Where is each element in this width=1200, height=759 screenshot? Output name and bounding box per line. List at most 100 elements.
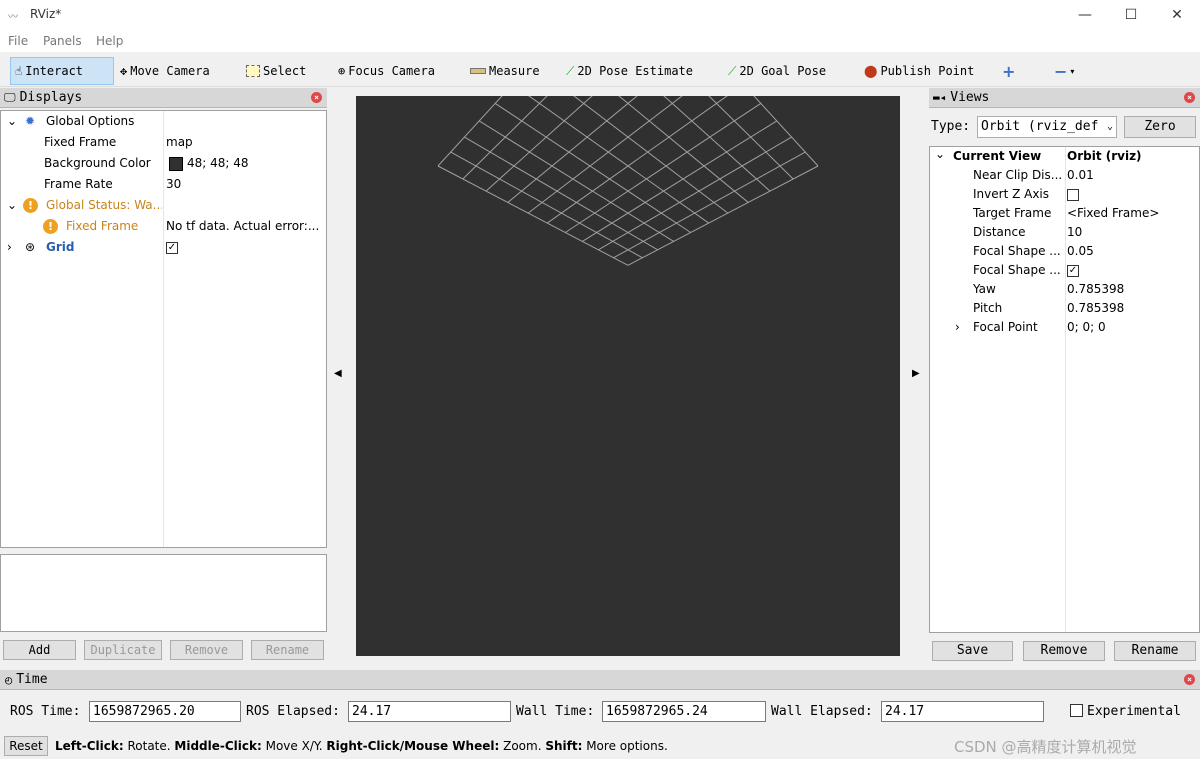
experimental-checkbox[interactable]	[1070, 704, 1083, 717]
focus-icon: ⊕	[338, 64, 346, 78]
close-panel-icon[interactable]: ×	[1184, 674, 1195, 685]
minimize-button[interactable]: —	[1062, 0, 1108, 30]
menu-file[interactable]: File	[8, 34, 28, 48]
view-prop-value[interactable]: 0; 0; 0	[1067, 318, 1106, 337]
grid-line	[527, 96, 683, 214]
maximize-button[interactable]: ☐	[1108, 0, 1154, 30]
interact-tool[interactable]: ☝ Interact	[10, 57, 114, 85]
measure-tool[interactable]: Measure	[466, 57, 544, 85]
ruler-icon	[470, 68, 486, 74]
view-prop-value[interactable]: 0.01	[1067, 166, 1094, 185]
close-panel-icon[interactable]: ×	[1184, 92, 1195, 103]
focal-shape-checkbox[interactable]: ✓	[1067, 264, 1079, 277]
views-panel: ▬◂ Views × Type: Orbit (rviz_def ⌄ Zero …	[929, 88, 1200, 668]
save-view-button[interactable]: Save	[932, 641, 1013, 661]
expand-arrow-icon[interactable]: ⌄	[935, 145, 945, 164]
view-prop-value[interactable]	[1067, 185, 1079, 204]
ros-elapsed-field[interactable]: 24.17	[348, 701, 511, 722]
frame-rate-value[interactable]: 30	[166, 174, 181, 195]
current-view-value: Orbit (rviz)	[1067, 149, 1142, 163]
grid-render	[437, 96, 819, 266]
menu-help[interactable]: Help	[96, 34, 123, 48]
goal-pose-tool[interactable]: ⟋ 2D Goal Pose	[724, 57, 830, 85]
displays-tree: ⌄ ✹ Global Options Fixed Frame map Backg…	[0, 110, 327, 548]
grid-enabled-checkbox[interactable]: ✓	[166, 237, 178, 258]
title-bar: 〰 RViz* — ☐ ✕	[0, 0, 1200, 30]
grid-line	[464, 136, 658, 251]
remove-tool-minus-icon[interactable]: − ▾	[1050, 57, 1078, 85]
collapsed-arrow-icon[interactable]: ›	[955, 318, 960, 337]
3d-viewport[interactable]	[356, 96, 900, 656]
background-color-value[interactable]: 48; 48; 48	[169, 153, 249, 174]
global-options-item[interactable]: Global Options	[46, 111, 134, 132]
publish-point-tool[interactable]: ⬤ Publish Point	[860, 57, 978, 85]
collapse-right-arrow-icon[interactable]: ▶	[912, 368, 920, 379]
view-prop-label: Pitch	[973, 301, 1003, 315]
view-prop-label: Invert Z Axis	[973, 187, 1050, 201]
grid-line	[573, 96, 729, 214]
ros-time-field[interactable]: 1659872965.20	[89, 701, 241, 722]
view-prop-label: Near Clip Dis...	[973, 168, 1063, 182]
rename-display-button[interactable]: Rename	[251, 640, 324, 660]
add-display-button[interactable]: Add	[3, 640, 76, 660]
fixed-frame-value[interactable]: map	[166, 132, 193, 153]
view-prop-value[interactable]: 0.785398	[1067, 299, 1124, 318]
grid-icon: ⊛	[25, 240, 36, 254]
fixed-frame-label: Fixed Frame	[44, 135, 117, 149]
time-panel: ◴ Time × ROS Time: 1659872965.20 ROS Ela…	[0, 670, 1200, 732]
collapsed-arrow-icon[interactable]: ›	[7, 237, 12, 258]
status-fixed-frame-item[interactable]: Fixed Frame	[66, 216, 138, 237]
view-prop-value[interactable]: 0.785398	[1067, 280, 1124, 299]
reset-button[interactable]: Reset	[4, 736, 48, 756]
duplicate-display-button[interactable]: Duplicate	[84, 640, 162, 660]
monitor-icon: 🖵	[4, 90, 16, 104]
wall-time-label: Wall Time:	[516, 704, 595, 719]
focus-camera-tool[interactable]: ⊕ Focus Camera	[334, 57, 439, 85]
view-prop-label: Yaw	[973, 282, 996, 296]
view-prop-value[interactable]: 10	[1067, 223, 1082, 242]
view-prop-label: Focal Shape ...	[973, 263, 1061, 277]
remove-display-button[interactable]: Remove	[170, 640, 243, 660]
warning-icon: !	[23, 198, 38, 213]
view-prop-value[interactable]: ✓	[1067, 261, 1079, 280]
view-prop-label: Focal Point	[973, 320, 1038, 334]
add-tool-plus-icon[interactable]: +	[998, 57, 1019, 85]
time-title-bar: ◴ Time ×	[0, 670, 1200, 690]
grid-line	[753, 96, 819, 167]
move-camera-tool[interactable]: ✥ Move Camera	[116, 57, 214, 85]
collapse-left-arrow-icon[interactable]: ◀	[334, 368, 342, 379]
select-tool[interactable]: Select	[242, 57, 310, 85]
green-arrow-icon: ⟋	[728, 63, 737, 78]
current-view-item[interactable]: Current View	[953, 147, 1041, 166]
grid-line	[450, 151, 643, 259]
camera-icon: ▬◂	[933, 91, 947, 104]
hand-icon: ☝	[15, 64, 23, 78]
clock-icon: ◴	[5, 672, 13, 687]
grid-line	[437, 96, 503, 167]
close-button[interactable]: ✕	[1154, 0, 1200, 30]
wall-elapsed-field[interactable]: 24.17	[881, 701, 1044, 722]
status-error-text: No tf data. Actual error:...	[166, 219, 320, 233]
displays-title-bar: 🖵 Displays ×	[0, 88, 327, 108]
view-type-select[interactable]: Orbit (rviz_def ⌄	[977, 116, 1117, 138]
menu-bar: File Panels Help	[0, 30, 1200, 52]
remove-view-button[interactable]: Remove	[1023, 641, 1105, 661]
window-title: RViz*	[30, 7, 62, 21]
expand-arrow-icon[interactable]: ⌄	[7, 111, 17, 132]
grid-item[interactable]: Grid	[46, 237, 74, 258]
invert-z-checkbox[interactable]	[1067, 188, 1079, 201]
displays-panel: 🖵 Displays × ⌄ ✹ Global Options Fixed Fr…	[0, 88, 327, 660]
status-help-text: Left-Click: Rotate. Middle-Click: Move X…	[55, 739, 668, 753]
ros-time-label: ROS Time:	[10, 704, 81, 719]
global-status-item[interactable]: Global Status: Wa...	[46, 195, 162, 216]
pose-estimate-tool[interactable]: ⟋ 2D Pose Estimate	[562, 57, 697, 85]
view-prop-value[interactable]: <Fixed Frame>	[1067, 204, 1159, 223]
rename-view-button[interactable]: Rename	[1114, 641, 1196, 661]
expand-arrow-icon[interactable]: ⌄	[7, 195, 17, 216]
menu-panels[interactable]: Panels	[43, 34, 82, 48]
wall-time-field[interactable]: 1659872965.24	[602, 701, 766, 722]
view-prop-label: Target Frame	[973, 206, 1052, 220]
view-prop-value[interactable]: 0.05	[1067, 242, 1094, 261]
close-panel-icon[interactable]: ×	[311, 92, 322, 103]
zero-view-button[interactable]: Zero	[1124, 116, 1196, 138]
